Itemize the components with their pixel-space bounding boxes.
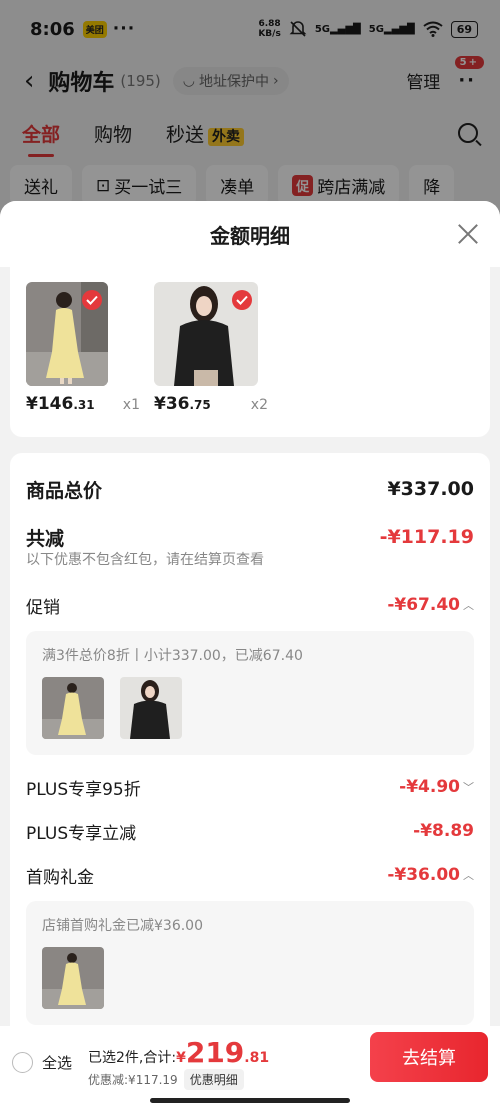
amount-breakdown: 商品总价 ¥337.00 共减 -¥117.19 以下优惠不包含红包，请在结算页… <box>10 453 490 1026</box>
total-currency: ¥ <box>176 1050 186 1066</box>
first-purchase-gift-row[interactable]: 首购礼金 -¥36.00 ︿ <box>26 853 474 897</box>
select-all-radio[interactable] <box>12 1052 33 1073</box>
checked-icon <box>232 290 252 310</box>
promotion-row[interactable]: 促销 -¥67.40 ︿ <box>26 583 474 627</box>
chevron-up-icon: ︿ <box>463 869 474 882</box>
promotion-thumbnails <box>42 677 458 739</box>
select-all-toggle[interactable]: 全选 <box>12 1052 72 1073</box>
plus-instant-cut-row: PLUS专享立减 -¥8.89 <box>26 809 474 853</box>
first-gift-label: 首购礼金 <box>26 867 94 888</box>
plus-cut-value: -¥8.89 <box>413 821 474 841</box>
product-image <box>154 282 258 386</box>
product-thumbnail <box>42 677 104 739</box>
product-thumbnail <box>120 677 182 739</box>
goods-total-label: 商品总价 <box>26 479 103 502</box>
product-quantity: x2 <box>250 397 268 413</box>
checked-icon <box>82 290 102 310</box>
first-gift-detail-box: 店铺首购礼金已减¥36.00 <box>26 901 474 1025</box>
checkout-bar: 全选 已选2件,合计: ¥ 219 .81 优惠减:¥117.19 优惠明细 去… <box>0 1026 500 1111</box>
selected-count-text: 已选2件,合计: <box>88 1050 177 1066</box>
home-indicator <box>150 1098 350 1103</box>
select-all-label: 全选 <box>42 1054 73 1072</box>
goods-total-row: 商品总价 ¥337.00 <box>26 463 474 515</box>
product-thumbnail <box>42 947 104 1009</box>
discount-text: 优惠减:¥117.19 <box>88 1073 178 1087</box>
product-image <box>26 282 108 386</box>
product-item[interactable]: ¥146.31 x1 <box>26 282 140 422</box>
chevron-down-icon: ﹀ <box>463 781 474 794</box>
product-price: ¥146.31 x1 <box>26 394 140 414</box>
close-icon[interactable] <box>456 222 480 246</box>
checkout-button[interactable]: 去结算 <box>370 1032 488 1082</box>
total-amount-integer: 219 <box>185 1036 245 1069</box>
amount-detail-sheet: 金额明细 ¥146.31 x1 ¥36 .75 x2 商品总价 ¥337.00 … <box>0 201 500 1026</box>
plus-95-value: -¥4.90 ﹀ <box>399 777 474 797</box>
product-item[interactable]: ¥36.75 x2 <box>154 282 268 422</box>
goods-total-value: ¥337.00 <box>387 478 474 500</box>
checkout-summary: 已选2件,合计: ¥ 219 .81 优惠减:¥117.19 优惠明细 <box>88 1038 269 1090</box>
sheet-title: 金额明细 <box>210 223 290 248</box>
promotion-value: -¥67.40 ︿ <box>387 595 474 615</box>
discount-detail-button[interactable]: 优惠明细 <box>183 1069 244 1090</box>
discount-row: 优惠减:¥117.19 优惠明细 <box>88 1069 269 1090</box>
plus-95-label: PLUS专享95折 <box>26 779 141 800</box>
promotion-detail-text: 满3件总价8折丨小计337.00，已减67.40 <box>42 648 303 664</box>
product-price: ¥36.75 x2 <box>154 394 268 414</box>
plus-cut-label: PLUS专享立减 <box>26 823 137 844</box>
plus-95-discount-row[interactable]: PLUS专享95折 -¥4.90 ﹀ <box>26 765 474 809</box>
product-quantity: x1 <box>122 397 140 413</box>
sheet-header: 金额明细 <box>0 201 500 267</box>
total-amount-decimal: .81 <box>244 1050 270 1066</box>
promotion-label: 促销 <box>26 597 60 618</box>
promotion-detail-box: 满3件总价8折丨小计337.00，已减67.40 <box>26 631 474 755</box>
total-reduction-label: 共减 <box>26 527 65 550</box>
chevron-up-icon: ︿ <box>463 599 474 612</box>
selected-products: ¥146.31 x1 ¥36.75 x2 <box>10 267 490 437</box>
first-gift-detail-text: 店铺首购礼金已减¥36.00 <box>42 918 203 934</box>
total-row: 已选2件,合计: ¥ 219 .81 <box>88 1038 269 1068</box>
total-reduction-value: -¥117.19 <box>379 526 474 548</box>
reduction-note: 以下优惠不包含红包，请在结算页查看 <box>26 552 264 568</box>
first-gift-thumbnails <box>42 947 458 1009</box>
first-gift-value: -¥36.00 ︿ <box>387 865 474 885</box>
